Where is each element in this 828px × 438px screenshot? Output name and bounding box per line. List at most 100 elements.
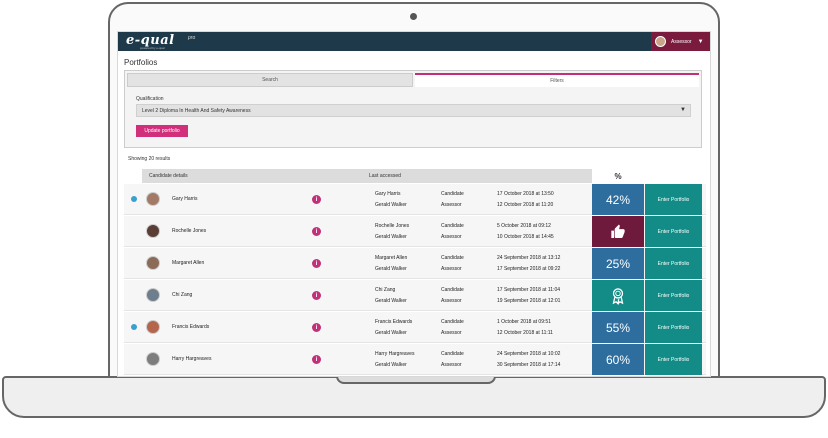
header-candidate-details: Candidate details [149,173,188,179]
accessed-by-role: Candidate [441,255,464,261]
accessed-date: 12 October 2018 at 11:11 [497,330,553,336]
laptop-notch [336,376,496,384]
accessed-by-role: Candidate [441,223,464,229]
accessed-date: 24 September 2018 at 10:02 [497,351,561,357]
progress-status [592,280,644,311]
info-icon[interactable]: i [312,355,321,364]
candidate-name: Chi Zang [172,292,193,298]
info-icon[interactable]: i [312,323,321,332]
accessed-by-role: Assessor [441,202,462,208]
accessed-by-role: Candidate [441,287,464,293]
progress-percent: 42% [592,184,644,215]
header-last-accessed: Last accessed [369,173,401,179]
accessed-date: 24 September 2018 at 13:12 [497,255,561,261]
logo-tagline: powered by e-qual [140,46,165,50]
accessed-date: 17 October 2018 at 13:50 [497,191,554,197]
laptop-base [2,376,826,418]
award-icon [612,287,624,305]
enter-portfolio-button[interactable]: Enter Portfolio [645,344,702,375]
avatar [146,352,160,366]
caret-down-icon: ▼ [680,107,686,113]
avatar [146,192,160,206]
status-dot [131,196,137,202]
header-percent: % [614,171,622,181]
accessed-by-name: Gary Harris [375,191,401,197]
accessed-by-role: Assessor [441,266,462,272]
table-row: Chi Zang i Chi Zang Gerald Walker Candidate A… [124,280,706,311]
status-dot [131,324,137,330]
accessed-by-role: Assessor [441,330,462,336]
candidate-name: Francis Edwards [172,324,210,330]
avatar [146,288,160,302]
qualification-value: Level 2 Diploma In Health And Safety Awa… [142,107,251,114]
chevron-down-icon: ▼ [697,38,704,45]
progress-percent: 55% [592,312,644,343]
accessed-by-role: Assessor [441,298,462,304]
accessed-by-role: Assessor [441,362,462,368]
results-count: Showing 20 results [128,156,171,162]
accessed-by-role: Assessor [441,234,462,240]
screen: e-qual pro powered by e-qual Assessor ▼ … [117,31,711,377]
qualification-label: Qualification [136,96,164,102]
enter-portfolio-button[interactable]: Enter Portfolio [645,248,702,279]
avatar [655,36,666,47]
accessed-by-name: Gerald Walker [375,298,407,304]
table-row: Harry Hargreaves i Harry Hargreaves Gerald … [124,344,706,375]
table-header: Candidate details Last accessed [142,169,592,183]
tab-filters[interactable]: Filters [415,73,699,87]
qualification-select[interactable]: Level 2 Diploma In Health And Safety Awa… [136,104,691,117]
accessed-by-role: Candidate [441,319,464,325]
accessed-by-name: Margaret Allen [375,255,408,261]
table-row: Rochelle Jones i Rochelle Jones Gerald Walk… [124,216,706,247]
progress-percent: 60% [592,344,644,375]
accessed-by-role: Candidate [441,191,464,197]
enter-portfolio-button[interactable]: Enter Portfolio [645,184,702,215]
filter-panel: Search Filters Qualification Level 2 Dip… [124,70,702,148]
accessed-by-name: Gerald Walker [375,234,407,240]
avatar [146,256,160,270]
accessed-by-name: Gerald Walker [375,266,407,272]
user-menu[interactable]: Assessor ▼ [651,32,710,51]
info-icon[interactable]: i [312,195,321,204]
accessed-date: 10 October 2018 at 14:45 [497,234,554,240]
accessed-date: 12 October 2018 at 11:20 [497,202,554,208]
candidate-name: Rochelle Jones [172,228,207,234]
progress-percent: 25% [592,248,644,279]
tab-search[interactable]: Search [127,73,413,87]
user-name: Assessor [671,38,692,45]
accessed-date: 17 September 2018 at 11:04 [497,287,561,293]
accessed-date: 1 October 2018 at 09:51 [497,319,551,325]
enter-portfolio-button[interactable]: Enter Portfolio [645,280,702,311]
thumbs-up-icon [611,224,625,238]
info-icon[interactable]: i [312,291,321,300]
update-portfolio-button[interactable]: Update portfolio [136,125,188,137]
logo-superscript: pro [188,35,196,41]
accessed-by-name: Gerald Walker [375,202,407,208]
progress-status [592,216,644,247]
accessed-by-name: Francis Edwards [375,319,413,325]
accessed-date: 17 September 2018 at 09:22 [497,266,561,272]
enter-portfolio-button[interactable]: Enter Portfolio [645,312,702,343]
info-icon[interactable]: i [312,259,321,268]
accessed-date: 5 October 2018 at 09:12 [497,223,551,229]
candidate-name: Gary Harris [172,196,198,202]
table-row: Francis Edwards i Francis Edwards Gerald Wa… [124,312,706,343]
accessed-date: 19 September 2018 at 12:01 [497,298,561,304]
accessed-by-name: Harry Hargreaves [375,351,415,357]
accessed-by-name: Gerald Walker [375,330,407,336]
table-row: Gary Harris i Gary Harris Gerald Walker Cand… [124,184,706,215]
candidate-name: Harry Hargreaves [172,356,212,362]
accessed-by-name: Rochelle Jones [375,223,410,229]
page-title: Portfolios [124,58,158,67]
table-row: Margaret Allen i Margaret Allen Gerald Walk… [124,248,706,279]
enter-portfolio-button[interactable]: Enter Portfolio [645,216,702,247]
camera-icon [410,13,417,20]
accessed-date: 30 September 2018 at 17:14 [497,362,561,368]
avatar [146,224,160,238]
accessed-by-role: Candidate [441,351,464,357]
info-icon[interactable]: i [312,227,321,236]
accessed-by-name: Chi Zang [375,287,396,293]
avatar [146,320,160,334]
accessed-by-name: Gerald Walker [375,362,407,368]
app-header: e-qual pro powered by e-qual Assessor ▼ [118,32,710,51]
